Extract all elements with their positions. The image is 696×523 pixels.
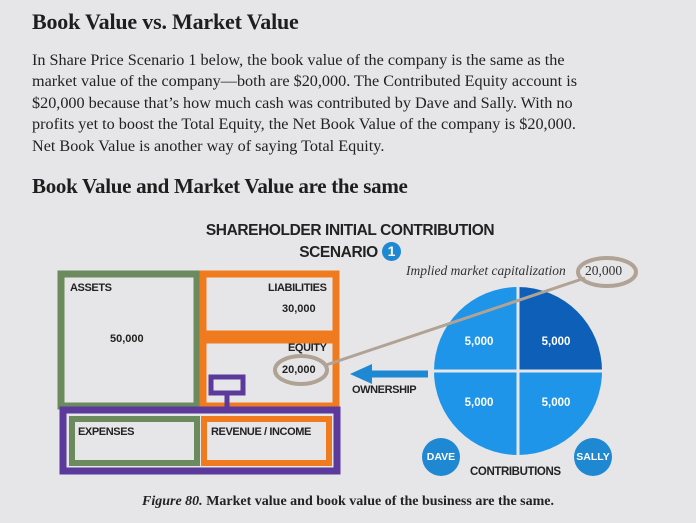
implied-market-cap-value: 20,000 [585,263,623,278]
ownership-label: OWNERSHIP [352,384,417,396]
equity-value: 20,000 [282,364,316,376]
implied-market-cap-label: Implied market capitalization [406,263,566,278]
pie-value-bottom-left: 5,000 [464,397,494,409]
ownership-arrow-head [350,364,372,384]
assets-label: ASSETS [70,282,112,294]
caption-text: Market value and book value of the busin… [202,494,554,509]
sally-avatar: SALLY [574,438,612,476]
connector-box [208,374,246,396]
revenue-label: REVENUE / INCOME [211,426,311,438]
expenses-label: EXPENSES [78,426,135,438]
pie-slice [518,287,602,371]
figure-caption: Figure 80. Market value and book value o… [0,494,696,510]
liabilities-value: 30,000 [282,303,316,315]
caption-figure-number: Figure 80. [142,494,203,509]
assets-value: 50,000 [110,333,144,345]
liabilities-label: LIABILITIES [268,282,327,294]
pie-value-top-right: 5,000 [541,336,571,348]
contributions-label: CONTRIBUTIONS [470,466,561,478]
dave-avatar: DAVE [422,438,460,476]
pie-slice [434,287,518,371]
equity-label: EQUITY [288,342,327,354]
pie-value-top-left: 5,000 [464,336,494,348]
pie-value-bottom-right: 5,000 [541,397,571,409]
ownership-pie [434,287,602,455]
